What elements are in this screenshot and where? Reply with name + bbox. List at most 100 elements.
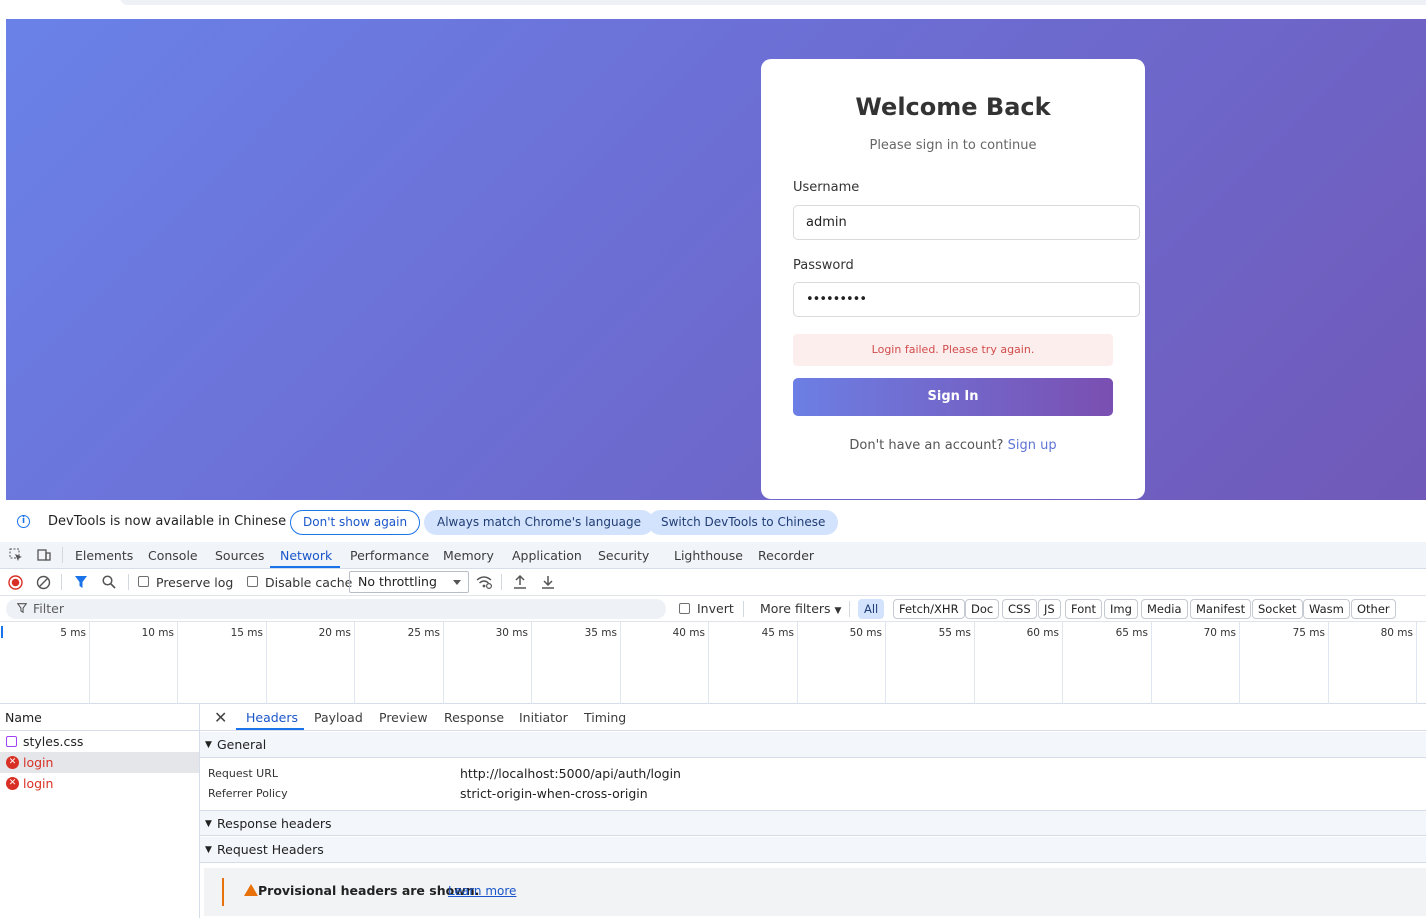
tab-console[interactable]: Console xyxy=(148,548,198,563)
device-toolbar-icon[interactable] xyxy=(37,548,51,562)
timeline-tick-label: 70 ms xyxy=(1203,627,1236,639)
more-filters-button[interactable]: More filters ▼ xyxy=(760,601,841,616)
login-title: Welcome Back xyxy=(855,93,1051,121)
timeline-gridline xyxy=(443,622,444,704)
timeline-tick-label: 5 ms xyxy=(60,627,86,639)
tab-preview[interactable]: Preview xyxy=(379,710,428,725)
filter-type-manifest[interactable]: Manifest xyxy=(1190,599,1252,619)
password-input[interactable]: ••••••••• xyxy=(793,282,1140,317)
filter-icon[interactable] xyxy=(74,575,88,589)
sign-up-link[interactable]: Sign up xyxy=(1008,438,1057,453)
toolbar-separator xyxy=(62,547,63,563)
timeline-tick-label: 25 ms xyxy=(407,627,440,639)
timeline-tick-label: 20 ms xyxy=(318,627,351,639)
general-section-header[interactable]: ▼ General xyxy=(200,732,1426,758)
timeline-gridline xyxy=(885,622,886,704)
filter-type-wasm[interactable]: Wasm xyxy=(1303,599,1350,619)
section-title: Request Headers xyxy=(217,842,324,857)
invert-label: Invert xyxy=(697,601,734,616)
timeline-gridline xyxy=(1151,622,1152,704)
inspect-element-icon[interactable] xyxy=(9,548,23,562)
filter-input[interactable]: Filter xyxy=(6,599,666,619)
chevron-down-icon xyxy=(453,580,461,585)
tab-performance[interactable]: Performance xyxy=(350,548,429,563)
request-row[interactable]: ✕ login xyxy=(0,752,199,773)
error-message: Login failed. Please try again. xyxy=(793,334,1113,366)
provisional-text: Provisional headers are shown. xyxy=(258,883,480,898)
tab-application[interactable]: Application xyxy=(512,548,582,563)
network-toolbar: Preserve log Disable cache No throttling xyxy=(0,569,1426,596)
timeline-gridline xyxy=(354,622,355,704)
tab-initiator[interactable]: Initiator xyxy=(519,710,568,725)
throttling-select[interactable]: No throttling xyxy=(349,571,469,593)
tab-payload[interactable]: Payload xyxy=(314,710,363,725)
invert-checkbox[interactable] xyxy=(679,603,690,614)
timeline-tick-label: 55 ms xyxy=(938,627,971,639)
tab-headers[interactable]: Headers xyxy=(246,710,298,725)
clear-icon[interactable] xyxy=(36,575,51,590)
referrer-policy-key: Referrer Policy xyxy=(208,787,288,800)
timeline-gridline xyxy=(708,622,709,704)
timeline-tick-label: 30 ms xyxy=(495,627,528,639)
tab-response[interactable]: Response xyxy=(444,710,504,725)
preserve-log-checkbox[interactable] xyxy=(138,576,149,587)
timeline-gridline xyxy=(1416,622,1417,704)
search-icon[interactable] xyxy=(102,575,116,589)
timeline-gridline xyxy=(89,622,90,704)
network-conditions-icon[interactable] xyxy=(475,574,493,590)
toolbar-separator xyxy=(849,601,850,617)
request-row[interactable]: styles.css xyxy=(0,731,199,752)
request-row[interactable]: ✕ login xyxy=(0,773,199,794)
signup-line: Don't have an account? Sign up xyxy=(761,438,1145,453)
switch-devtools-chinese-button[interactable]: Switch DevTools to Chinese xyxy=(648,510,839,535)
name-column-header[interactable]: Name xyxy=(5,710,42,725)
active-tab-indicator xyxy=(236,728,304,730)
timeline-gridline xyxy=(1062,622,1063,704)
always-match-language-button[interactable]: Always match Chrome's language xyxy=(424,510,654,535)
tab-sources[interactable]: Sources xyxy=(215,548,264,563)
sign-in-button[interactable]: Sign In xyxy=(793,378,1113,416)
tab-recorder[interactable]: Recorder xyxy=(758,548,814,563)
tab-security[interactable]: Security xyxy=(598,548,649,563)
network-timeline-overview[interactable]: 5 ms 10 ms 15 ms 20 ms 25 ms 30 ms 35 ms 40 ms 4… xyxy=(0,622,1426,704)
tab-timing[interactable]: Timing xyxy=(584,710,626,725)
timeline-tick-label: 75 ms xyxy=(1292,627,1325,639)
filter-type-fetch-xhr[interactable]: Fetch/XHR xyxy=(893,599,965,619)
filter-type-css[interactable]: CSS xyxy=(1002,599,1037,619)
tab-network[interactable]: Network xyxy=(280,548,332,563)
filter-type-socket[interactable]: Socket xyxy=(1252,599,1303,619)
import-har-icon[interactable] xyxy=(513,574,527,589)
disable-cache-checkbox[interactable] xyxy=(247,576,258,587)
learn-more-link[interactable]: Learn more xyxy=(448,884,516,898)
referrer-policy-value: strict-origin-when-cross-origin xyxy=(460,786,648,801)
filter-type-media[interactable]: Media xyxy=(1141,599,1188,619)
timeline-gridline xyxy=(531,622,532,704)
password-label: Password xyxy=(793,258,854,273)
filter-type-img[interactable]: Img xyxy=(1104,599,1138,619)
devtools-language-infobar: i DevTools is now available in Chinese D… xyxy=(0,500,1426,542)
address-bar[interactable] xyxy=(120,0,1426,5)
request-name: login xyxy=(23,755,54,770)
page-viewport: Welcome Back Please sign in to continue … xyxy=(6,19,1426,500)
dont-show-again-button[interactable]: Don't show again xyxy=(290,510,421,535)
tab-memory[interactable]: Memory xyxy=(443,548,494,563)
section-title: General xyxy=(217,737,267,752)
toolbar-separator xyxy=(743,601,744,617)
username-input[interactable]: admin xyxy=(793,205,1140,240)
filter-type-font[interactable]: Font xyxy=(1065,599,1103,619)
timeline-gridline xyxy=(797,622,798,704)
filter-type-doc[interactable]: Doc xyxy=(965,599,1000,619)
tab-lighthouse[interactable]: Lighthouse xyxy=(674,548,743,563)
username-label: Username xyxy=(793,180,860,195)
filter-type-all[interactable]: All xyxy=(858,599,885,619)
stop-recording-icon[interactable] xyxy=(8,575,23,590)
timeline-gridline xyxy=(266,622,267,704)
export-har-icon[interactable] xyxy=(541,574,555,589)
tab-elements[interactable]: Elements xyxy=(75,548,133,563)
timeline-tick-label: 15 ms xyxy=(230,627,263,639)
request-headers-section-header[interactable]: ▼ Request Headers xyxy=(200,837,1426,863)
filter-type-js[interactable]: JS xyxy=(1038,599,1061,619)
close-icon[interactable]: ✕ xyxy=(214,708,227,727)
response-headers-section-header[interactable]: ▼ Response headers xyxy=(200,810,1426,836)
filter-type-other[interactable]: Other xyxy=(1351,599,1396,619)
